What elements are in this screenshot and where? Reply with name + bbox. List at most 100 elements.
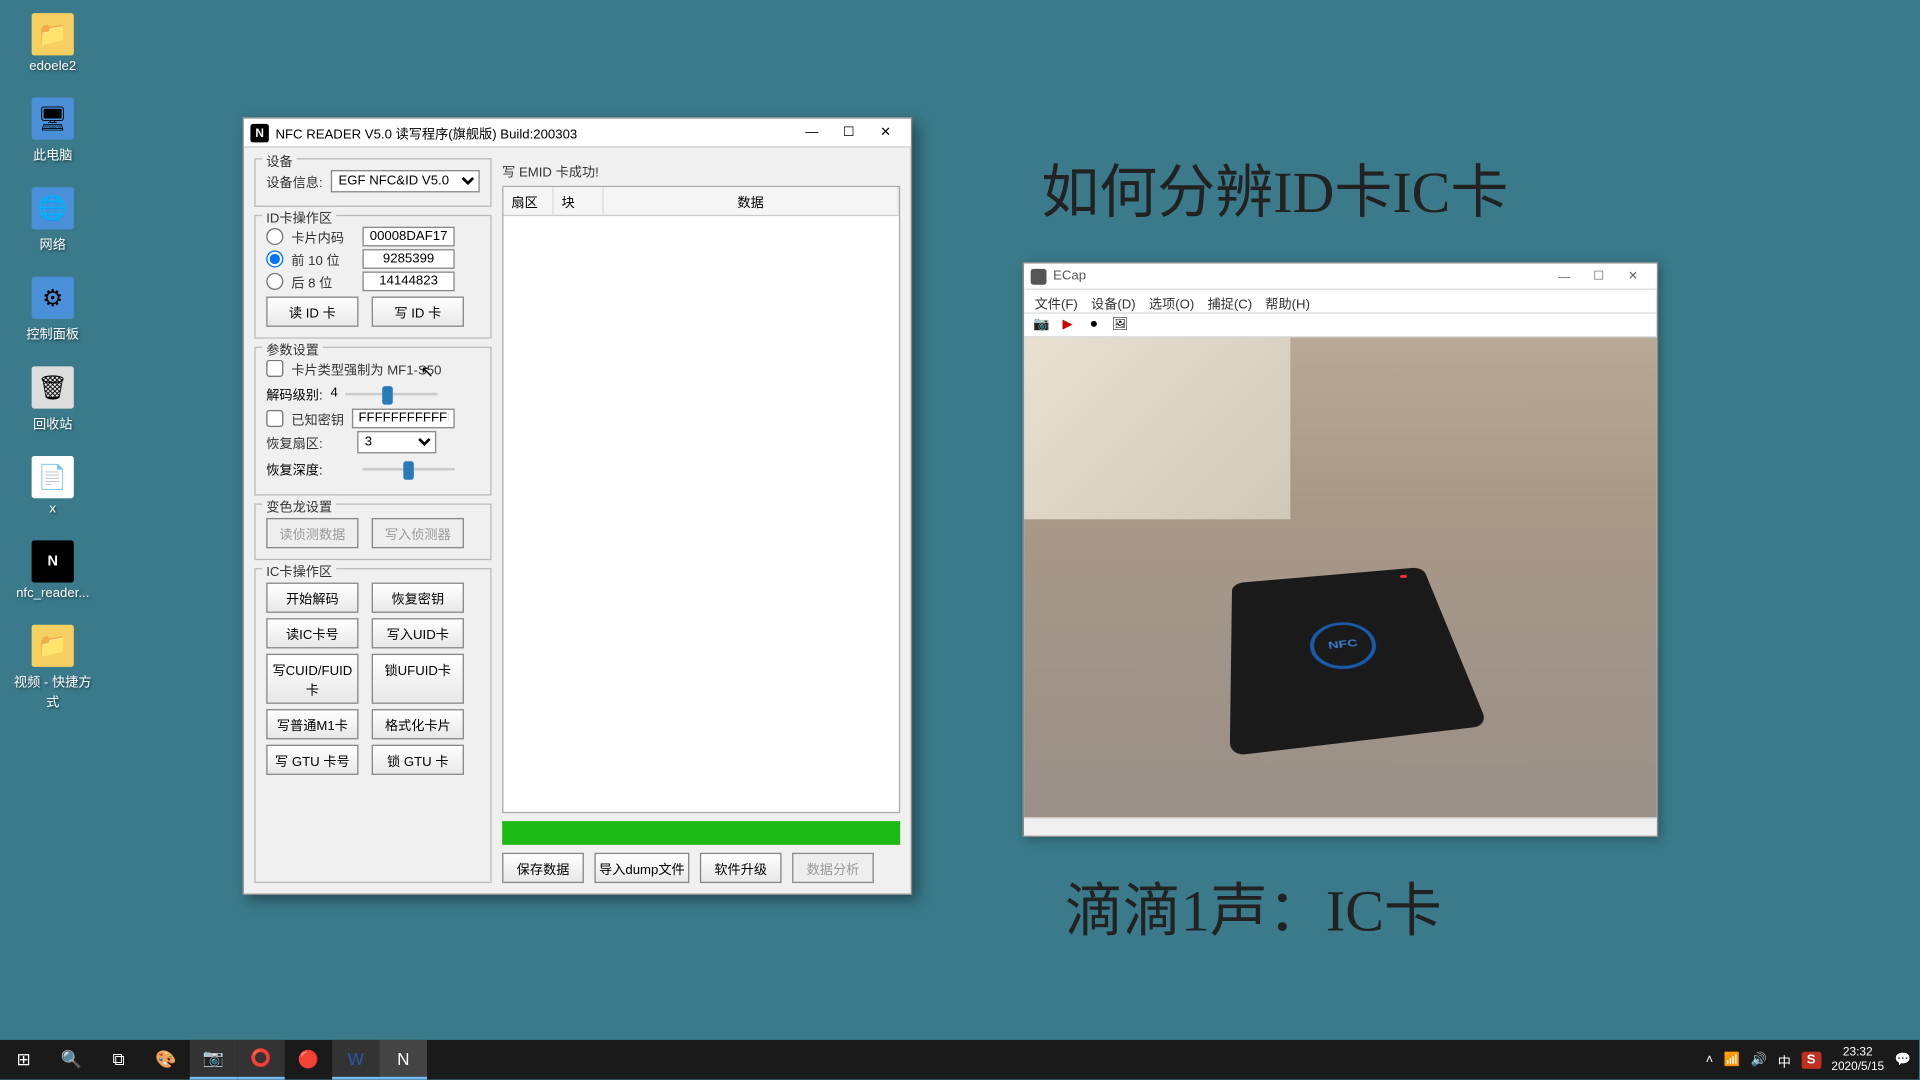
taskbar-app-word[interactable]: W bbox=[332, 1040, 379, 1080]
icon-label: nfc_reader... bbox=[16, 587, 89, 601]
desktop-icon-edoele2[interactable]: 📁 edoele2 bbox=[13, 13, 92, 74]
clock-time: 23:32 bbox=[1831, 1045, 1884, 1059]
clock-date: 2020/5/15 bbox=[1831, 1060, 1884, 1074]
card-type-checkbox[interactable] bbox=[266, 360, 283, 377]
taskbar-app-nfc[interactable]: N bbox=[380, 1040, 427, 1080]
annotation-subtitle: 滴滴1声：IC卡 bbox=[1065, 863, 1442, 947]
front10-radio[interactable] bbox=[266, 250, 283, 267]
desktop-icon-video-shortcut[interactable]: 📁 视频 - 快捷方式 bbox=[13, 625, 92, 711]
desktop-icons: 📁 edoele2 🖥 此电脑 🌐 网络 ⚙ 控制面板 🗑 回收站 📄 x N … bbox=[13, 13, 92, 710]
nfc-titlebar[interactable]: N NFC READER V5.0 读写程序(旗舰版) Build:200303… bbox=[244, 119, 911, 148]
menu-help[interactable]: 帮助(H) bbox=[1265, 293, 1310, 310]
save-data-button[interactable]: 保存数据 bbox=[502, 853, 584, 883]
restore-key-button[interactable]: 恢复密钥 bbox=[372, 583, 464, 613]
close-button[interactable]: ✕ bbox=[1616, 266, 1650, 287]
device-info-select[interactable]: EGF NFC&ID V5.0 bbox=[331, 170, 480, 192]
desktop-icon-nfc-reader[interactable]: N nfc_reader... bbox=[13, 540, 92, 601]
window-title: NFC READER V5.0 读写程序(旗舰版) Build:200303 bbox=[275, 123, 793, 143]
desktop-icon-control-panel[interactable]: ⚙ 控制面板 bbox=[13, 277, 92, 343]
tray-network-icon[interactable]: 📶 bbox=[1724, 1052, 1740, 1066]
format-button[interactable]: 格式化卡片 bbox=[372, 709, 464, 739]
desktop-icon-network[interactable]: 🌐 网络 bbox=[13, 187, 92, 253]
camera-icon[interactable]: 📷 bbox=[1032, 316, 1050, 334]
back8-field[interactable] bbox=[362, 272, 454, 292]
icon-label: edoele2 bbox=[29, 59, 76, 73]
id-card-group: ID卡操作区 卡片内码 前 10 位 后 8 位 读 ID 卡 bbox=[254, 215, 491, 339]
start-button[interactable]: ⊞ bbox=[0, 1040, 47, 1080]
nfc-app-icon: N bbox=[250, 123, 268, 141]
progress-bar bbox=[502, 821, 900, 845]
taskbar-app-obs[interactable]: ⭕ bbox=[237, 1040, 284, 1080]
known-key-checkbox[interactable] bbox=[266, 410, 283, 427]
import-dump-button[interactable]: 导入dump文件 bbox=[594, 853, 689, 883]
desktop-icon-recycle-bin[interactable]: 🗑 回收站 bbox=[13, 366, 92, 432]
status-text: 写 EMID 卡成功! bbox=[502, 158, 900, 183]
menu-file[interactable]: 文件(F) bbox=[1035, 293, 1078, 310]
card-inner-field[interactable] bbox=[362, 227, 454, 247]
taskbar-app-2[interactable]: 📷 bbox=[190, 1040, 237, 1080]
read-detect-button[interactable]: 读侦测数据 bbox=[266, 518, 358, 548]
card-inner-radio[interactable] bbox=[266, 228, 283, 245]
write-cuid-button[interactable]: 写CUID/FUID卡 bbox=[266, 654, 358, 704]
restore-sector-select[interactable]: 3 bbox=[357, 431, 436, 453]
minimize-button[interactable]: — bbox=[1547, 266, 1581, 287]
play-icon[interactable]: ▶ bbox=[1058, 316, 1076, 334]
icon-label: 此电脑 bbox=[33, 144, 73, 164]
decode-level-slider[interactable] bbox=[346, 386, 438, 402]
data-analysis-button[interactable]: 数据分析 bbox=[792, 853, 874, 883]
col-block-header[interactable]: 块 bbox=[554, 187, 604, 215]
software-upgrade-button[interactable]: 软件升级 bbox=[700, 853, 782, 883]
nfc-reader-window: N NFC READER V5.0 读写程序(旗舰版) Build:200303… bbox=[243, 117, 913, 895]
write-m1-button[interactable]: 写普通M1卡 bbox=[266, 709, 358, 739]
col-data-header[interactable]: 数据 bbox=[604, 187, 899, 215]
col-sector-header[interactable]: 扇区 bbox=[503, 187, 553, 215]
lock-gtu-button[interactable]: 锁 GTU 卡 bbox=[372, 745, 464, 775]
group-title: ID卡操作区 bbox=[262, 207, 336, 227]
tray-ime[interactable]: 中 bbox=[1778, 1050, 1791, 1070]
close-button[interactable]: ✕ bbox=[867, 121, 904, 145]
read-ic-button[interactable]: 读IC卡号 bbox=[266, 618, 358, 648]
ecap-menubar: 文件(F) 设备(D) 选项(O) 捕捉(C) 帮助(H) bbox=[1024, 290, 1657, 314]
search-button[interactable]: 🔍 bbox=[47, 1040, 94, 1080]
taskbar-clock[interactable]: 23:32 2020/5/15 bbox=[1831, 1045, 1884, 1074]
ecap-statusbar bbox=[1024, 817, 1657, 835]
desktop-icon-this-pc[interactable]: 🖥 此电脑 bbox=[13, 98, 92, 164]
ecap-titlebar[interactable]: ECap — ☐ ✕ bbox=[1024, 264, 1657, 290]
shortcut-icon: 📁 bbox=[32, 625, 74, 667]
nfc-app-icon: N bbox=[32, 540, 74, 582]
icon-label: 回收站 bbox=[33, 413, 73, 433]
read-id-button[interactable]: 读 ID 卡 bbox=[266, 297, 358, 327]
ecap-toolbar: 📷 ▶ ⏺ 🖼 bbox=[1024, 314, 1657, 338]
task-view-button[interactable]: ⧉ bbox=[95, 1040, 142, 1080]
menu-device[interactable]: 设备(D) bbox=[1091, 293, 1136, 310]
minimize-button[interactable]: — bbox=[793, 121, 830, 145]
lock-ufuid-button[interactable]: 锁UFUID卡 bbox=[372, 654, 464, 704]
tray-volume-icon[interactable]: 🔊 bbox=[1751, 1052, 1767, 1066]
taskbar-app-1[interactable]: 🎨 bbox=[142, 1040, 189, 1080]
known-key-field[interactable] bbox=[352, 409, 455, 429]
front10-field[interactable] bbox=[362, 249, 454, 269]
icon-label: 视频 - 快捷方式 bbox=[13, 671, 92, 711]
camera-preview: NFC bbox=[1024, 337, 1657, 817]
tray-chevron-up-icon[interactable]: ˄ bbox=[1706, 1052, 1714, 1066]
param-group: 参数设置 卡片类型强制为 MF1-S50 解码级别: 4 已知密钥 bbox=[254, 347, 491, 496]
write-detect-button[interactable]: 写入侦测器 bbox=[372, 518, 464, 548]
tray-ime-badge[interactable]: S bbox=[1801, 1051, 1820, 1068]
image-icon[interactable]: 🖼 bbox=[1111, 316, 1129, 334]
menu-capture[interactable]: 捕捉(C) bbox=[1207, 293, 1252, 310]
start-decode-button[interactable]: 开始解码 bbox=[266, 583, 358, 613]
record-icon[interactable]: ⏺ bbox=[1085, 316, 1103, 334]
tray-notification-icon[interactable]: 💬 bbox=[1895, 1052, 1911, 1066]
taskbar-app-4[interactable]: 🔴 bbox=[285, 1040, 332, 1080]
maximize-button[interactable]: ☐ bbox=[830, 121, 867, 145]
desktop-icon-x[interactable]: 📄 x bbox=[13, 456, 92, 517]
write-uid-button[interactable]: 写入UID卡 bbox=[372, 618, 464, 648]
write-gtu-button[interactable]: 写 GTU 卡号 bbox=[266, 745, 358, 775]
restore-depth-slider[interactable] bbox=[362, 461, 454, 477]
ecap-window: ECap — ☐ ✕ 文件(F) 设备(D) 选项(O) 捕捉(C) 帮助(H)… bbox=[1023, 262, 1658, 837]
back8-label: 后 8 位 bbox=[291, 272, 354, 292]
write-id-button[interactable]: 写 ID 卡 bbox=[372, 297, 464, 327]
back8-radio[interactable] bbox=[266, 273, 283, 290]
menu-options[interactable]: 选项(O) bbox=[1149, 293, 1194, 310]
maximize-button[interactable]: ☐ bbox=[1582, 266, 1616, 287]
